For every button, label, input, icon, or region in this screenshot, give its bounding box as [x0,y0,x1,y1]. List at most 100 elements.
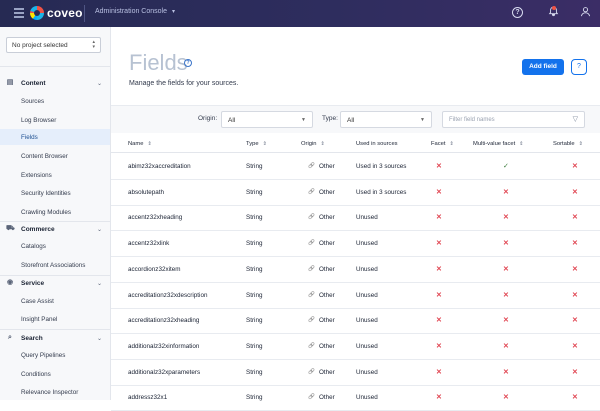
table-row[interactable]: 🔗 addressz32x1 String Other Unused ✕ ✕ ✕ [111,385,600,411]
field-origin-cell: Other [319,317,335,325]
table-row[interactable]: 🔗 absolutepath String Other Used in 3 source… [111,180,600,206]
field-type-cell: String [246,317,263,325]
chevron-down-icon: ⌄ [96,80,102,87]
sortable-cell: ✕ [572,317,578,325]
table-row[interactable]: 🔗 accentz32xheading String Other Unused ✕ ✕ ✕ [111,205,600,232]
sidebar-item-case-assist[interactable]: Case Assist [0,293,110,309]
field-name-cell[interactable]: accentz32xlink [128,240,169,247]
used-in-sources-cell: Unused [356,394,378,402]
field-type-cell: String [246,240,263,248]
table-row[interactable]: 🔗 accreditationz32xdescription String Other… [111,283,600,309]
field-name-cell[interactable]: accordionz32xitem [128,266,181,273]
sortable-cell: ✕ [572,163,578,170]
link-icon: 🔗 [308,163,315,169]
sidebar-item-relevance-inspector[interactable]: Relevance Inspector [0,384,110,400]
field-type-cell: String [246,342,263,350]
sidebar-item-fields[interactable]: Fields [0,129,110,145]
sidebar: No project selected ▴ ▾ ▤ Content ⌄ Sourc… [0,27,111,400]
column-header-origin[interactable]: Origin ⇕ [301,141,325,147]
sidebar-item-extensions[interactable]: Extensions [0,167,110,183]
link-icon: 🔗 [308,214,315,221]
sidebar-section-content[interactable]: ▤ Content ⌄ [6,77,104,89]
field-name-cell[interactable]: additionalz32xinformation [128,343,199,350]
column-header-type[interactable]: Type ⇕ [246,141,267,147]
sidebar-section-label: Commerce [21,225,55,233]
link-icon: 🔗 [308,291,315,298]
field-name-cell[interactable]: accreditationz32xdescription [128,292,207,299]
field-origin-cell: Other [319,394,335,402]
used-in-sources-cell: Unused [356,240,378,248]
info-icon[interactable]: ? [184,59,192,67]
origin-filter-label: Origin: [198,115,218,122]
sidebar-section-search[interactable]: ⌕ Search ⌄ [6,332,104,344]
console-switcher[interactable]: Administration Console ▾ [95,8,175,15]
sidebar-section-commerce[interactable]: ⛟ Commerce ⌄ [6,223,104,235]
column-header-sortable[interactable]: Sortable ⇕ [553,141,583,147]
table-row[interactable]: 🔗 accordionz32xitem String Other Unused ✕ ✕ ✕ [111,257,600,283]
field-name-cell[interactable]: addressz32x1 [128,394,167,401]
table-row[interactable]: 🔗 abimz32xaccreditation String Other Used in… [111,154,600,180]
multi-value-facet-cell: ✕ [503,342,509,350]
hamburger-menu-icon[interactable] [14,8,24,18]
type-filter-value: All [347,117,355,124]
column-header-multi-value-facet[interactable]: Multi-value facet ⇕ [473,141,523,147]
multi-value-facet-cell: ✕ [503,188,509,196]
column-header-name[interactable]: Name ⇕ [128,141,152,147]
link-icon: 🔗 [308,188,315,195]
search-icon: ⌕ [8,334,12,341]
origin-filter-select[interactable]: All ▼ [221,111,313,128]
sidebar-section-service[interactable]: ◉ Service ⌄ [6,277,104,289]
link-icon: 🔗 [308,342,315,349]
sidebar-item-insight-panel[interactable]: Insight Panel [0,311,110,327]
facet-cell: ✕ [436,394,442,402]
sortable-cell: ✕ [572,291,578,299]
sidebar-item-sources[interactable]: Sources [0,93,110,109]
sidebar-item-storefront-associations[interactable]: Storefront Associations [0,257,110,273]
table-row[interactable]: 🔗 additionalz32xinformation String Other Unu… [111,334,600,360]
sidebar-item-log-browser[interactable]: Log Browser [0,112,110,128]
chevron-down-icon: ⌄ [96,226,102,233]
add-field-button[interactable]: Add field [522,59,564,75]
sidebar-divider [0,66,111,67]
help-icon[interactable]: ? [512,7,523,18]
column-header-used-in-sources: Used in sources [356,141,398,147]
sidebar-item-catalogs[interactable]: Catalogs [0,238,110,254]
user-account-icon[interactable] [578,6,592,20]
sidebar-divider [0,329,111,330]
used-in-sources-cell: Used in 3 sources [356,163,407,170]
help-circle-button[interactable]: ? [571,59,587,75]
chevron-down-icon: ⌄ [96,335,102,342]
field-name-cell[interactable]: accreditationz32xheading [128,317,199,324]
main-content: Fields ? Manage the fields for your sour… [111,27,600,411]
field-name-filter-input[interactable]: Filter field names ▽ [442,111,585,128]
content-icon: ▤ [6,79,14,86]
sortable-cell: ✕ [572,368,578,376]
facet-cell: ✕ [436,317,442,325]
coveo-logo[interactable]: coveo [30,6,83,20]
type-filter-select[interactable]: All ▼ [340,111,432,128]
facet-cell: ✕ [436,188,442,196]
sidebar-item-conditions[interactable]: Conditions [0,366,110,382]
table-row[interactable]: 🔗 accreditationz32xheading String Other Unus… [111,308,600,335]
project-select[interactable]: No project selected ▴ ▾ [6,37,101,53]
sidebar-item-crawling-modules[interactable]: Crawling Modules [0,204,110,220]
sidebar-item-security-identities[interactable]: Security Identities [0,185,110,201]
sortable-cell: ✕ [572,342,578,350]
column-header-label: Name [128,141,144,147]
table-row[interactable]: 🔗 accentz32xlink String Other Unused ✕ ✕ ✕ [111,231,600,258]
facet-cell: ✕ [436,265,442,273]
table-row[interactable]: 🔗 additionalz32xparameters String Other Unus… [111,360,600,386]
field-name-cell[interactable]: additionalz32xparameters [128,369,200,376]
column-header-facet[interactable]: Facet ⇕ [431,141,454,147]
sort-icon: ⇕ [449,141,454,147]
sort-icon: ⇕ [320,141,325,147]
used-in-sources-cell: Unused [356,214,378,222]
table-header: Name ⇕ Type ⇕ Origin ⇕ Used in sources Face… [111,136,600,153]
field-name-cell[interactable]: abimz32xaccreditation [128,163,191,170]
multi-value-facet-cell: ✕ [503,291,509,299]
sidebar-item-content-browser[interactable]: Content Browser [0,148,110,164]
sortable-cell: ✕ [572,394,578,402]
field-name-cell[interactable]: accentz32xheading [128,214,182,221]
field-name-cell[interactable]: absolutepath [128,189,164,196]
sidebar-item-query-pipelines[interactable]: Query Pipelines [0,347,110,363]
